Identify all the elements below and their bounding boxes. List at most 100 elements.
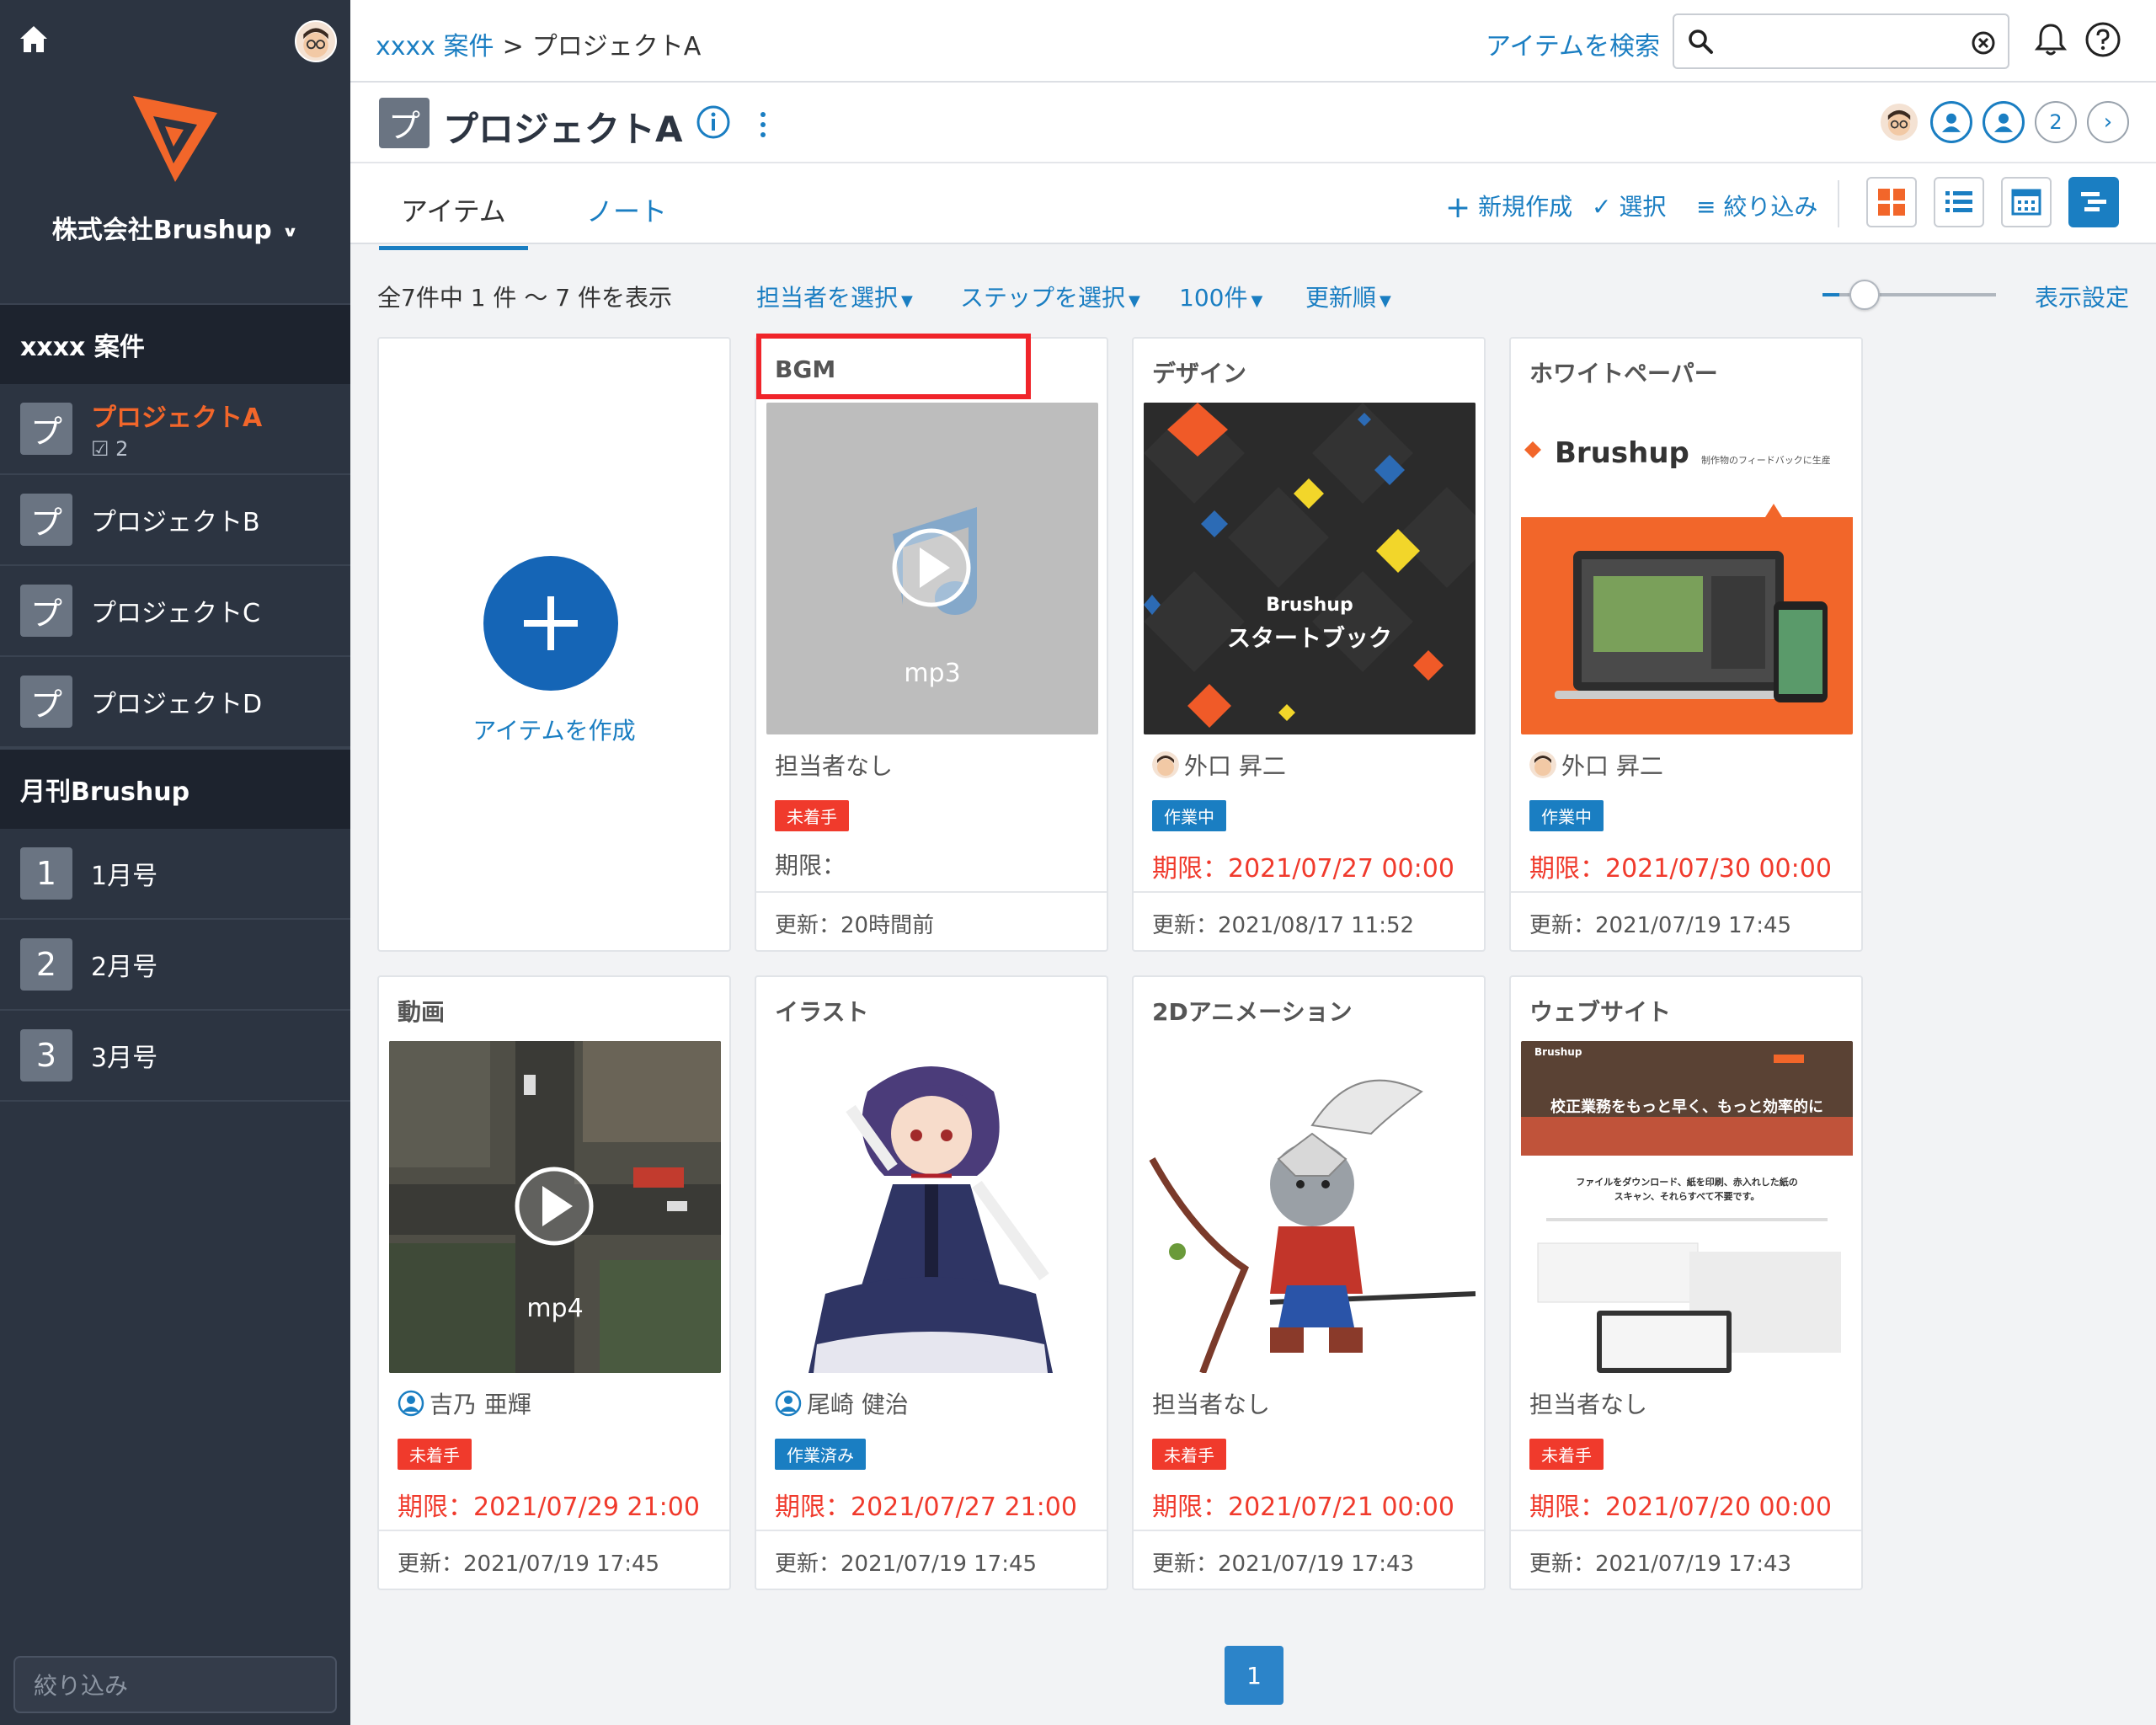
status-badge[interactable]: 作業中 bbox=[1152, 800, 1226, 831]
search-input[interactable] bbox=[1673, 13, 2009, 69]
deadline: 期限：2021/07/30 00:00 bbox=[1529, 854, 1832, 884]
status-badge[interactable]: 作業中 bbox=[1529, 800, 1604, 831]
item-card[interactable]: ホワイトペーパー Brushup 制作物のフィードバックに生産 外口 昇二 作業… bbox=[1509, 337, 1863, 952]
item-thumbnail[interactable]: Brushup スタートブック bbox=[1144, 403, 1476, 734]
member-list: 2 › bbox=[1878, 101, 2129, 143]
item-title[interactable]: 動画 bbox=[398, 994, 445, 1028]
assignee-name: 外口 昇二 bbox=[1184, 752, 1286, 780]
item-title[interactable]: 2Dアニメーション bbox=[1152, 994, 1353, 1028]
assignee-name: 尾崎 健治 bbox=[807, 1391, 909, 1418]
sidebar-item-project-d[interactable]: プ プロジェクトD bbox=[0, 657, 350, 748]
item-card[interactable]: イラスト 尾崎 健治 作業済み 期限：2021/07/27 21:00 更新：2… bbox=[755, 975, 1108, 1590]
user-avatar[interactable] bbox=[295, 20, 337, 62]
assignee-dropdown[interactable]: 担当者を選択 ▼ bbox=[756, 280, 913, 313]
list-view-button[interactable] bbox=[1934, 177, 1984, 227]
company-switcher[interactable]: 株式会社Brushup ∨ bbox=[0, 209, 350, 246]
tab-bar: アイテム ノート + 新規作成 ✓ 選択 ≡ 絞り込み bbox=[350, 163, 2156, 250]
sidebar-filter-input[interactable]: 絞り込み bbox=[13, 1656, 337, 1713]
display-settings-link[interactable]: 表示設定 bbox=[2035, 280, 2129, 313]
status-badge[interactable]: 未着手 bbox=[1529, 1439, 1604, 1470]
sidebar-item-issue-1[interactable]: 1 1月号 bbox=[0, 829, 350, 920]
item-thumbnail[interactable] bbox=[1144, 1041, 1476, 1373]
item-title[interactable]: ウェブサイト bbox=[1529, 994, 1671, 1028]
help-icon[interactable] bbox=[2084, 20, 2122, 59]
info-icon[interactable] bbox=[696, 104, 731, 140]
item-title[interactable]: ホワイトペーパー bbox=[1529, 355, 1718, 389]
caret-down-icon: ▼ bbox=[1251, 292, 1263, 310]
status-badge[interactable]: 未着手 bbox=[1152, 1439, 1226, 1470]
filter-button[interactable]: ≡ 絞り込み bbox=[1696, 189, 1817, 222]
search-icon bbox=[1689, 29, 1713, 54]
page-title: プロジェクトA bbox=[443, 109, 683, 150]
sidebar-section-monthly[interactable]: 月刊Brushup bbox=[0, 748, 350, 829]
item-card[interactable]: デザイン Brushup スタートブック 外口 昇二 作業中 期限：2021/0… bbox=[1132, 337, 1486, 952]
bell-icon[interactable] bbox=[2031, 20, 2070, 59]
caret-down-icon: ▼ bbox=[1380, 292, 1391, 310]
sidebar-header: 株式会社Brushup ∨ bbox=[0, 0, 350, 303]
new-item-button[interactable]: + 新規作成 bbox=[1445, 189, 1572, 225]
breadcrumb: xxxx 案件 > プロジェクトA bbox=[376, 25, 701, 62]
project-badge: プ bbox=[20, 676, 72, 728]
item-thumbnail[interactable]: Brushup 校正業務をもっと早く、もっと効率的に ファイルをダウンロード、紙… bbox=[1521, 1041, 1853, 1373]
slider-fill bbox=[1822, 293, 1839, 296]
item-title[interactable]: デザイン bbox=[1152, 355, 1246, 389]
home-icon[interactable] bbox=[17, 22, 51, 56]
project-badge: プ bbox=[379, 98, 430, 148]
item-title[interactable]: BGM bbox=[775, 355, 835, 383]
item-card[interactable]: ウェブサイト Brushup 校正業務をもっと早く、もっと効率的に ファイルをダ… bbox=[1509, 975, 1863, 1590]
chevron-right-icon[interactable]: › bbox=[2087, 101, 2129, 143]
sidebar-item-label: 3月号 bbox=[91, 1044, 158, 1073]
sidebar-item-project-c[interactable]: プ プロジェクトC bbox=[0, 566, 350, 657]
item-thumbnail[interactable]: mp3 bbox=[766, 403, 1098, 734]
per-page-dropdown[interactable]: 100件 ▼ bbox=[1179, 280, 1262, 313]
status-badge[interactable]: 未着手 bbox=[775, 800, 849, 831]
create-item-card[interactable]: アイテムを作成 bbox=[377, 337, 731, 952]
sidebar-section-xxxx[interactable]: xxxx 案件 bbox=[0, 303, 350, 384]
member-overflow-count[interactable]: 2 bbox=[2035, 101, 2077, 143]
more-options-icon[interactable] bbox=[755, 108, 771, 142]
status-badge[interactable]: 作業済み bbox=[775, 1439, 866, 1470]
member-avatar[interactable] bbox=[1878, 101, 1920, 143]
task-count: ☑ 2 bbox=[91, 437, 262, 461]
breadcrumb-parent[interactable]: xxxx 案件 bbox=[376, 32, 494, 61]
sort-label: 更新順 bbox=[1305, 284, 1377, 312]
cover-tagline: 制作物のフィードバックに生産 bbox=[1701, 455, 1831, 466]
caret-down-icon: ▼ bbox=[901, 292, 913, 310]
item-thumbnail[interactable]: Brushup 制作物のフィードバックに生産 bbox=[1521, 403, 1853, 734]
updated-time: 更新：2021/07/19 17:43 bbox=[1511, 1530, 1861, 1589]
item-search-link[interactable]: アイテムを検索 bbox=[1486, 25, 1660, 62]
deadline: 期限：2021/07/27 00:00 bbox=[1152, 854, 1454, 884]
calendar-view-button[interactable] bbox=[2001, 177, 2052, 227]
tab-items[interactable]: アイテム bbox=[379, 190, 528, 250]
grid-view-icon bbox=[1878, 189, 1905, 216]
item-title[interactable]: イラスト bbox=[775, 994, 868, 1028]
grid-view-button[interactable] bbox=[1866, 177, 1917, 227]
slider-handle[interactable] bbox=[1849, 280, 1880, 310]
gantt-view-button[interactable] bbox=[2068, 177, 2119, 227]
sidebar-item-issue-3[interactable]: 3 3月号 bbox=[0, 1011, 350, 1102]
clear-icon[interactable] bbox=[1971, 30, 1996, 56]
item-thumbnail[interactable]: mp4 bbox=[389, 1041, 721, 1373]
item-thumbnail[interactable] bbox=[766, 1041, 1098, 1373]
item-card[interactable]: 2Dアニメーション 担当者なし 未着手 期限：2021/07/21 00:00 … bbox=[1132, 975, 1486, 1590]
tab-notes[interactable]: ノート bbox=[569, 190, 684, 229]
project-badge: プ bbox=[20, 494, 72, 546]
filter-label: 絞り込み bbox=[1723, 193, 1818, 221]
member-avatar[interactable] bbox=[1930, 101, 1972, 143]
sidebar-item-project-b[interactable]: プ プロジェクトB bbox=[0, 475, 350, 566]
plus-icon bbox=[524, 596, 578, 650]
step-dropdown[interactable]: ステップを選択 ▼ bbox=[960, 280, 1140, 313]
top-bar: xxxx 案件 > プロジェクトA アイテムを検索 bbox=[350, 0, 2156, 83]
sidebar-item-issue-2[interactable]: 2 2月号 bbox=[0, 920, 350, 1011]
create-item-button[interactable] bbox=[483, 556, 618, 691]
item-card[interactable]: 動画 mp4 吉乃 亜輝 未着手 期限：2021/07/29 21:00 更新：… bbox=[377, 975, 731, 1590]
status-badge[interactable]: 未着手 bbox=[398, 1439, 472, 1470]
member-avatar[interactable] bbox=[1983, 101, 2025, 143]
sort-dropdown[interactable]: 更新順 ▼ bbox=[1305, 280, 1391, 313]
issue-badge: 3 bbox=[20, 1029, 72, 1081]
toolbar-divider bbox=[1838, 180, 1839, 227]
sidebar-item-project-a[interactable]: プ プロジェクトA ☑ 2 bbox=[0, 384, 350, 475]
item-card[interactable]: BGM mp3 担当者なし 未着手 期限： 更新：20時間前 bbox=[755, 334, 1108, 952]
select-button[interactable]: ✓ 選択 bbox=[1592, 189, 1666, 222]
pagination-page-1[interactable]: 1 bbox=[1225, 1646, 1283, 1705]
